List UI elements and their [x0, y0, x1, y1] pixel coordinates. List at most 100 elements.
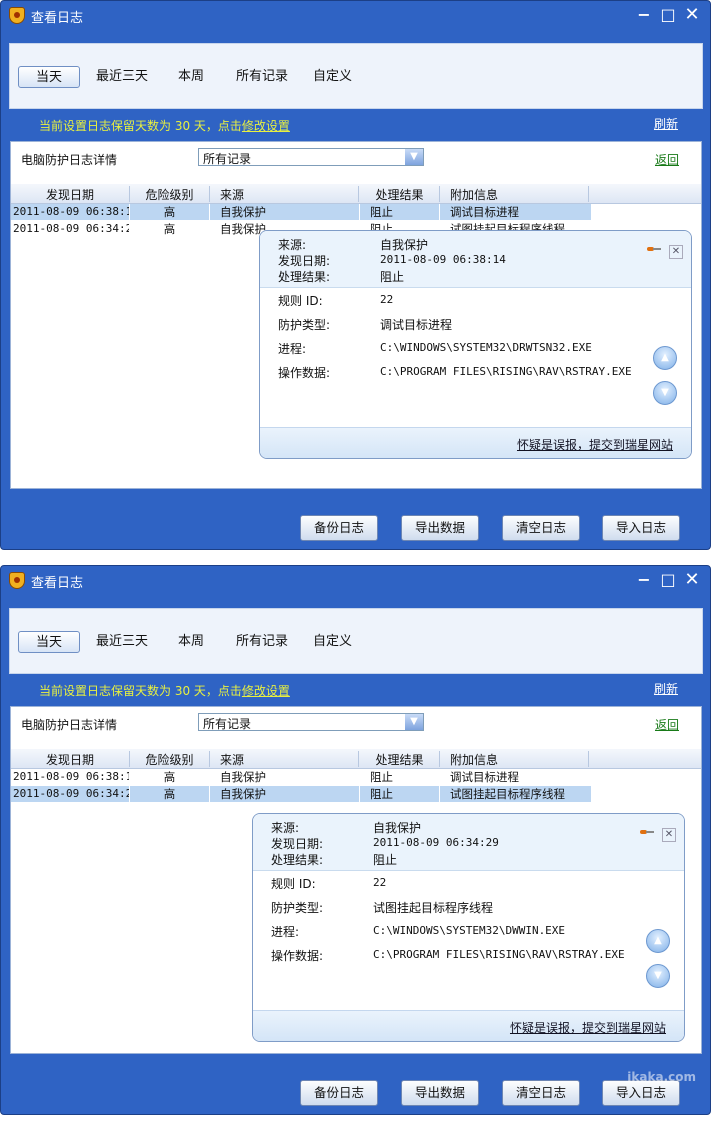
popup-data-value: C:\PROGRAM FILES\RISING\RAV\RSTRAY.EXE	[380, 365, 632, 378]
backup-log-button[interactable]: 备份日志	[300, 1080, 378, 1106]
retention-notice-text: 当前设置日志保留天数为 30 天，点击	[39, 119, 242, 133]
retention-notice-text: 当前设置日志保留天数为 30 天，点击	[39, 684, 242, 698]
tab-today[interactable]: 当天	[18, 66, 80, 88]
scroll-down-icon[interactable]: ▼	[646, 964, 670, 988]
scroll-down-icon[interactable]: ▼	[653, 381, 677, 405]
close-icon[interactable]: ✕	[682, 5, 702, 25]
retention-notice: 当前设置日志保留天数为 30 天，点击修改设置	[39, 682, 290, 699]
cell-level: 高	[163, 770, 176, 784]
scroll-up-icon[interactable]: ▲	[646, 929, 670, 953]
window-title: 查看日志	[31, 576, 84, 591]
tab-this-week[interactable]: 本周	[178, 631, 204, 653]
column-header-level[interactable]: 危险级别	[130, 186, 210, 202]
popup-result-label: 处理结果:	[278, 270, 331, 284]
table-row[interactable]: 2011-08-09 06:34:29 高 自我保护 阻止 试图挂起目标程序线程	[11, 786, 701, 803]
table-row[interactable]: 2011-08-09 06:38:14 高 自我保护 阻止 调试目标进程	[11, 204, 701, 221]
import-log-button[interactable]: 导入日志	[602, 515, 680, 541]
title-bar[interactable]: 查看日志 − □ ✕	[1, 1, 710, 31]
maximize-icon[interactable]: □	[658, 5, 678, 25]
tab-custom[interactable]: 自定义	[313, 66, 352, 88]
popup-footer: 怀疑是误报，提交到瑞星网站	[253, 1010, 684, 1041]
maximize-icon[interactable]: □	[658, 570, 678, 590]
cell-info: 调试目标进程	[440, 204, 591, 220]
column-header-source[interactable]: 来源	[210, 751, 359, 767]
column-header-date[interactable]: 发现日期	[11, 186, 130, 202]
window-title: 查看日志	[31, 11, 84, 26]
column-header-date[interactable]: 发现日期	[11, 751, 130, 767]
modify-settings-link[interactable]: 修改设置	[242, 119, 290, 133]
tab-all-records[interactable]: 所有记录	[236, 66, 288, 88]
cell-date: 2011-08-09 06:34:29	[13, 222, 129, 235]
popup-header: 来源: 自我保护 发现日期: 2011-08-09 06:38:14 处理结果:…	[260, 231, 691, 288]
popup-type-value: 试图挂起目标程序线程	[373, 901, 494, 915]
popup-result-label: 处理结果:	[271, 853, 324, 867]
cell-result: 阻止	[360, 786, 439, 802]
clear-log-button[interactable]: 清空日志	[502, 1080, 580, 1106]
minimize-icon[interactable]: −	[634, 5, 654, 25]
retention-notice: 当前设置日志保留天数为 30 天，点击修改设置	[39, 117, 290, 134]
popup-rule-label: 规则 ID:	[271, 877, 316, 891]
refresh-link[interactable]: 刷新	[654, 115, 678, 132]
column-header-source[interactable]: 来源	[210, 186, 359, 202]
column-header-result[interactable]: 处理结果	[360, 751, 440, 767]
tab-today[interactable]: 当天	[18, 631, 80, 653]
back-link[interactable]: 返回	[655, 151, 679, 168]
popup-type-value: 调试目标进程	[380, 318, 453, 332]
refresh-link[interactable]: 刷新	[654, 680, 678, 697]
column-header-info[interactable]: 附加信息	[440, 751, 589, 767]
popup-rule-label: 规则 ID:	[278, 294, 323, 308]
popup-source-value: 自我保护	[373, 821, 422, 835]
filter-value: 所有记录	[203, 152, 252, 166]
tab-all-records[interactable]: 所有记录	[236, 631, 288, 653]
cell-source: 自我保护	[210, 786, 359, 802]
report-false-positive-link[interactable]: 怀疑是误报，提交到瑞星网站	[510, 1019, 666, 1036]
clear-log-button[interactable]: 清空日志	[502, 515, 580, 541]
log-detail-popup: 来源: 自我保护 发现日期: 2011-08-09 06:38:14 处理结果:…	[259, 230, 692, 459]
minimize-icon[interactable]: −	[634, 570, 654, 590]
scroll-up-icon[interactable]: ▲	[653, 346, 677, 370]
modify-settings-link[interactable]: 修改设置	[242, 684, 290, 698]
log-panel: 电脑防护日志详情 所有记录 ▼ 返回 发现日期 危险级别 来源 处理结果 附加信…	[10, 706, 702, 1054]
popup-header: 来源: 自我保护 发现日期: 2011-08-09 06:34:29 处理结果:…	[253, 814, 684, 871]
site-watermark: ikaka.com	[627, 1070, 696, 1084]
back-link[interactable]: 返回	[655, 716, 679, 733]
record-filter-select[interactable]: 所有记录 ▼	[198, 148, 424, 166]
chevron-down-icon[interactable]: ▼	[405, 714, 423, 730]
log-detail-popup: 来源: 自我保护 发现日期: 2011-08-09 06:34:29 处理结果:…	[252, 813, 685, 1042]
tab-this-week[interactable]: 本周	[178, 66, 204, 88]
cell-level: 高	[130, 204, 209, 220]
export-data-button[interactable]: 导出数据	[401, 1080, 479, 1106]
log-window-2: 查看日志 − □ ✕ 当天 最近三天 本周 所有记录 自定义 当前设置日志保留天…	[0, 565, 711, 1115]
tab-last-three-days[interactable]: 最近三天	[96, 66, 148, 88]
cell-info: 试图挂起目标程序线程	[440, 786, 591, 802]
pin-icon[interactable]	[640, 828, 654, 836]
close-icon[interactable]: ✕	[662, 828, 676, 842]
column-header-info[interactable]: 附加信息	[440, 186, 589, 202]
table-header: 发现日期 危险级别 来源 处理结果 附加信息	[11, 184, 701, 204]
popup-process-label: 进程:	[271, 925, 300, 939]
chevron-down-icon[interactable]: ▼	[405, 149, 423, 165]
table-header: 发现日期 危险级别 来源 处理结果 附加信息	[11, 749, 701, 769]
tab-custom[interactable]: 自定义	[313, 631, 352, 653]
popup-rule-value: 22	[380, 293, 394, 306]
panel-title: 电脑防护日志详情	[21, 153, 118, 167]
tab-last-three-days[interactable]: 最近三天	[96, 631, 148, 653]
export-data-button[interactable]: 导出数据	[401, 515, 479, 541]
pin-icon[interactable]	[647, 245, 661, 253]
panel-title: 电脑防护日志详情	[21, 718, 118, 732]
close-icon[interactable]: ✕	[682, 570, 702, 590]
popup-result-value: 阻止	[380, 270, 405, 284]
cell-source: 自我保护	[220, 770, 266, 784]
column-header-level[interactable]: 危险级别	[130, 751, 210, 767]
column-header-result[interactable]: 处理结果	[360, 186, 440, 202]
report-false-positive-link[interactable]: 怀疑是误报，提交到瑞星网站	[517, 436, 673, 453]
rising-logo-icon	[9, 7, 25, 24]
popup-process-value: C:\WINDOWS\SYSTEM32\DRWTSN32.EXE	[380, 341, 592, 354]
table-row[interactable]: 2011-08-09 06:38:14 高 自我保护 阻止 调试目标进程	[11, 769, 701, 786]
record-filter-select[interactable]: 所有记录 ▼	[198, 713, 424, 731]
time-range-tabs: 当天 最近三天 本周 所有记录 自定义	[9, 608, 703, 674]
title-bar[interactable]: 查看日志 − □ ✕	[1, 566, 710, 596]
backup-log-button[interactable]: 备份日志	[300, 515, 378, 541]
close-icon[interactable]: ✕	[669, 245, 683, 259]
popup-rule-value: 22	[373, 876, 387, 889]
